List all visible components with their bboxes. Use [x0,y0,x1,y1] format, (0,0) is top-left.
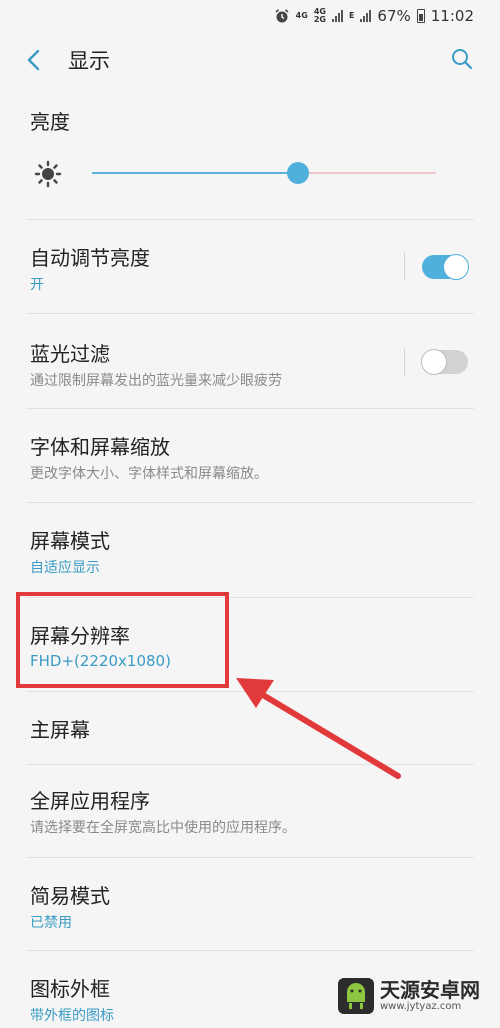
battery-percent: 67% [377,7,411,25]
search-icon[interactable] [450,47,474,71]
auto-brightness-status: 开 [30,277,44,293]
resolution-highlight-box [16,592,229,688]
auto-brightness-title: 自动调节亮度 [30,246,150,270]
separator [404,252,405,280]
screen-mode-value: 自适应显示 [30,560,100,576]
brightness-title: 亮度 [30,110,70,134]
icon-frames-value: 带外框的图标 [30,1008,114,1024]
blue-light-filter-description: 通过限制屏幕发出的蓝光量来减少眼疲劳 [30,373,282,389]
screen-mode-row[interactable]: 屏幕模式 自适应显示 [0,503,500,597]
brightness-sun-icon [34,160,62,188]
battery-icon [416,9,425,23]
blue-light-filter-title: 蓝光过滤 [30,342,110,366]
auto-brightness-row[interactable]: 自动调节亮度 开 [0,220,500,312]
android-logo-icon [338,978,374,1014]
site-watermark: 天源安卓网 www.jytyaz.com [338,978,480,1014]
watermark-url: www.jytyaz.com [380,1001,462,1012]
easy-mode-row[interactable]: 简易模式 已禁用 [0,858,500,950]
alarm-clock-icon [275,9,289,23]
signal-icon-2 [360,10,372,22]
easy-mode-title: 简易模式 [30,884,110,908]
brightness-slider-track-active[interactable] [92,172,299,174]
page-title: 显示 [68,49,110,73]
auto-brightness-toggle[interactable] [422,254,469,280]
app-bar: 显示 [0,32,500,88]
icon-frames-title: 图标外框 [30,977,110,1001]
screen-mode-title: 屏幕模式 [30,529,110,553]
brightness-slider-thumb[interactable] [287,162,310,184]
font-and-zoom-row[interactable]: 字体和屏幕缩放 更改字体大小、字体样式和屏幕缩放。 [0,409,500,502]
status-bar: 4G 4G 2G E 67% 11:02 [0,0,500,32]
clock: 11:02 [430,7,474,25]
fullscreen-apps-description: 请选择要在全屏宽高比中使用的应用程序。 [30,820,296,836]
easy-mode-value: 已禁用 [30,915,72,931]
signal-icon [331,10,343,22]
network-type-2: 4G 2G [313,7,326,24]
home-screen-title: 主屏幕 [30,718,90,742]
back-chevron-icon[interactable] [24,48,44,72]
network-type-3: E [348,11,355,20]
font-and-zoom-description: 更改字体大小、字体样式和屏幕缩放。 [30,466,268,482]
brightness-slider-track-rest[interactable] [298,172,436,174]
watermark-name: 天源安卓网 [380,978,480,1002]
blue-light-filter-row[interactable]: 蓝光过滤 通过限制屏幕发出的蓝光量来减少眼疲劳 [0,314,500,408]
fullscreen-apps-title: 全屏应用程序 [30,789,150,813]
font-and-zoom-title: 字体和屏幕缩放 [30,435,170,459]
blue-light-filter-toggle[interactable] [421,349,468,375]
network-type-1: 4G [295,11,308,20]
red-arrow-annotation [236,678,401,779]
separator [404,348,405,376]
